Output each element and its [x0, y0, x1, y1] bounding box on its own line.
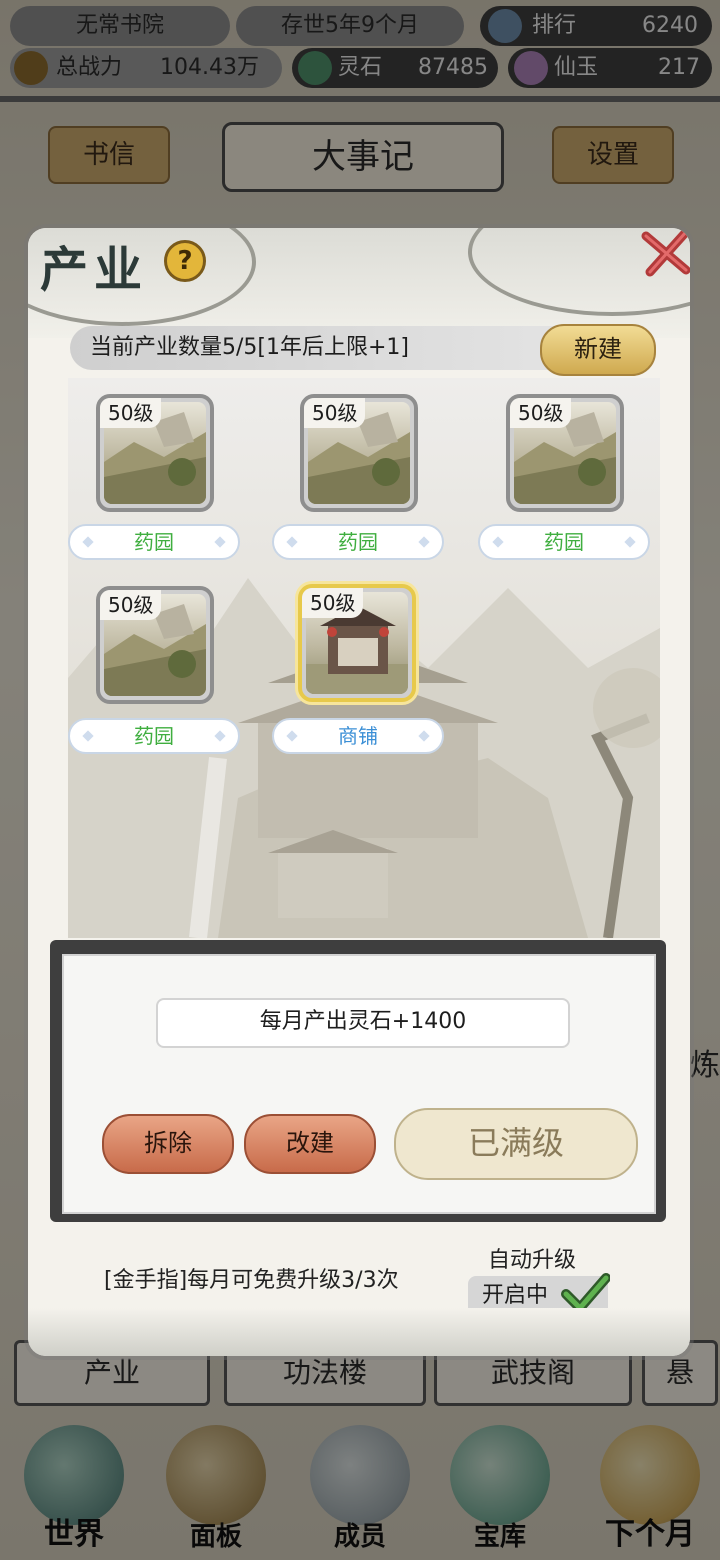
industry-name-label[interactable]: 药园	[478, 524, 650, 560]
dialog-footer-decoration	[28, 1308, 690, 1356]
industry-name: 商铺	[338, 724, 378, 748]
industry-count-text: 当前产业数量5/5[1年后上限+1]	[90, 335, 410, 360]
industry-tile[interactable]: 50级	[96, 586, 214, 704]
new-industry-button[interactable]: 新建	[540, 324, 656, 376]
industry-tile[interactable]: 50级	[506, 394, 624, 512]
industry-dialog: 产业 ? 当前产业数量5/5[1年后上限+1] 新建 50级 50级 50级 药…	[28, 228, 690, 1356]
demolish-button-label: 拆除	[144, 1129, 192, 1157]
rebuild-button-label: 改建	[286, 1129, 334, 1157]
industry-name: 药园	[134, 724, 174, 748]
industry-name-label[interactable]: 药园	[68, 524, 240, 560]
monthly-output-text: 每月产出灵石+1400	[156, 998, 570, 1048]
close-icon[interactable]	[638, 228, 690, 282]
rebuild-button[interactable]: 改建	[244, 1114, 376, 1174]
industry-name: 药园	[338, 530, 378, 554]
industry-name: 药园	[134, 530, 174, 554]
industry-name-label[interactable]: 商铺	[272, 718, 444, 754]
industry-info-panel: 每月产出灵石+1400 拆除 改建 已满级	[62, 954, 656, 1214]
industry-level-badge: 50级	[100, 398, 162, 428]
demolish-button[interactable]: 拆除	[102, 1114, 234, 1174]
help-icon[interactable]: ?	[164, 240, 206, 282]
industry-name-label[interactable]: 药园	[272, 524, 444, 560]
max-level-button-label: 已满级	[467, 1124, 564, 1162]
industry-name-label[interactable]: 药园	[68, 718, 240, 754]
industry-count-bar: 当前产业数量5/5[1年后上限+1]	[70, 326, 610, 370]
gold-finger-text: [金手指]每月可免费升级3/3次	[104, 1268, 399, 1293]
dialog-title: 产业	[40, 242, 149, 298]
industry-tile[interactable]: 50级	[300, 394, 418, 512]
industry-level-badge: 50级	[302, 588, 364, 618]
industry-tile[interactable]: 50级	[96, 394, 214, 512]
help-icon-glyph: ?	[177, 246, 193, 276]
industry-tile-selected[interactable]: 50级	[298, 584, 416, 702]
industry-level-badge: 50级	[304, 398, 366, 428]
industry-name: 药园	[544, 530, 584, 554]
industry-level-badge: 50级	[510, 398, 572, 428]
industry-level-badge: 50级	[100, 590, 162, 620]
new-industry-button-label: 新建	[574, 335, 622, 363]
max-level-button[interactable]: 已满级	[394, 1108, 638, 1180]
